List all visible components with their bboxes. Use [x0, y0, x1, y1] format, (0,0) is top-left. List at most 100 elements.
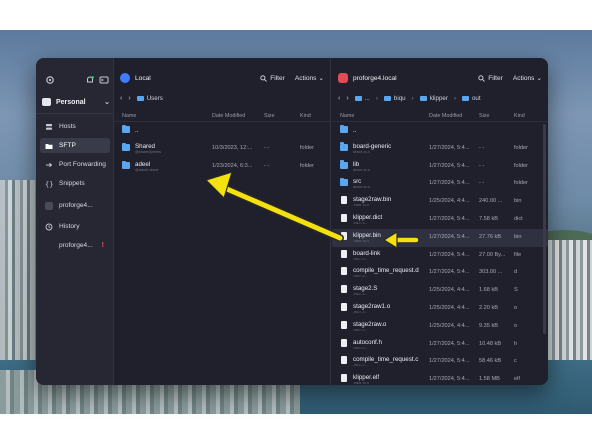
table-row[interactable]: compile_time_request.d -rw-r--r-- 1/27/202… — [332, 264, 548, 282]
table-row[interactable]: stage2raw1.o -rw-r--r-- 1/25/2024, 4:4... 2… — [332, 300, 548, 318]
column-kind[interactable]: Kind — [300, 113, 311, 119]
table-row[interactable]: lib drwxr-xr-x 1/27/2024, 5:4... - - folder — [332, 158, 548, 176]
remote-pane-header: proforge4.local Filter Actions ⌄ — [338, 70, 542, 86]
file-date: 1/27/2024, 5:4... — [429, 340, 470, 347]
breadcrumb-item-out[interactable]: out — [461, 95, 481, 102]
column-name[interactable]: Name — [340, 113, 354, 119]
remote-scrollbar[interactable] — [543, 124, 546, 334]
remote-host-icon — [338, 73, 348, 83]
file-name: Shared — [135, 143, 155, 150]
file-permissions: -rw-r--r-- — [353, 256, 368, 261]
terminal-icon[interactable] — [99, 75, 109, 85]
file-name: compile_time_request.c — [353, 356, 419, 364]
svg-text:{}: {} — [45, 180, 53, 188]
sidebar-item-host-proforge[interactable]: proforge4... — [40, 198, 110, 213]
breadcrumb-label: biqu — [393, 94, 406, 102]
sidebar-item-history-proforge[interactable]: proforge4... ! — [40, 238, 110, 253]
table-row[interactable]: stage2raw.bin -rwxr-xr-x 1/25/2024, 4:4...… — [332, 193, 548, 211]
sidebar-item-hosts[interactable]: Hosts — [40, 119, 110, 134]
table-row[interactable]: adeel @adeel-drwxr 1/23/2024, 6:3... - -… — [114, 158, 330, 176]
notification-bell-icon[interactable] — [85, 75, 95, 85]
column-name[interactable]: Name — [122, 113, 136, 119]
file-name: board-generic — [353, 142, 392, 150]
file-name: stage2raw.bin — [353, 196, 392, 204]
file-size: - - — [264, 163, 270, 169]
table-row[interactable]: stage2.S -rw-r--r-- 1/25/2024, 4:4... 1.68 … — [332, 282, 548, 300]
column-kind[interactable]: Kind — [514, 113, 525, 119]
file-date: 1/27/2024, 5:4... — [429, 251, 470, 258]
local-actions-button[interactable]: Actions ⌄ — [295, 74, 324, 83]
file-name: klipper.elf — [353, 374, 380, 382]
sidebar-item-port-forwarding[interactable]: Port Forwarding — [40, 157, 110, 172]
column-date-modified[interactable]: Date Modified — [429, 113, 462, 119]
table-row[interactable]: klipper.elf -rwxr-xr-x 1/27/2024, 5:4... 1.… — [332, 371, 548, 385]
gear-icon[interactable] — [45, 75, 55, 85]
file-size: - - — [479, 144, 485, 151]
local-pane-title: Local — [135, 74, 151, 82]
file-permissions: @adeel-drwxr — [135, 168, 159, 172]
breadcrumb-item-root[interactable]: ... — [354, 95, 370, 102]
sidebar-item-label: proforge4... — [59, 242, 93, 249]
table-row[interactable]: Shared @sharedperms 10/3/2023, 12:... - … — [114, 140, 330, 158]
file-size: 303.00 ... — [479, 269, 503, 276]
warning-icon: ! — [101, 242, 104, 249]
folder-icon — [136, 95, 144, 101]
folder-icon — [354, 95, 362, 101]
file-permissions: -rw-r--r-- — [353, 310, 368, 314]
forward-arrow-icon[interactable]: › — [346, 95, 348, 102]
folder-icon — [340, 160, 348, 169]
table-row[interactable]: .. — [332, 122, 548, 140]
table-row[interactable]: compile_time_request.c -rw-r--r-- 1/27/202… — [332, 353, 548, 371]
file-permissions: drwxr-xr-x — [353, 167, 370, 172]
file-date: 1/25/2024, 4:4... — [429, 198, 470, 205]
file-kind: S — [514, 287, 518, 294]
breadcrumb-item-users[interactable]: Users — [136, 95, 163, 102]
file-name: stage2raw1.o — [353, 303, 391, 310]
remote-actions-button[interactable]: Actions ⌄ — [513, 74, 542, 83]
vault-selector[interactable]: Personal ⌄ — [42, 95, 110, 109]
file-kind: folder — [300, 163, 314, 169]
table-row[interactable]: board-generic drwxr-xr-x 1/27/2024, 5:4...… — [332, 140, 548, 158]
breadcrumb-item-klipper[interactable]: klipper — [419, 95, 448, 102]
sidebar-item-sftp[interactable]: SFTP — [40, 138, 110, 153]
sidebar-item-label: Port Forwarding — [59, 161, 106, 168]
column-date-modified[interactable]: Date Modified — [212, 113, 245, 119]
file-kind: elf — [514, 376, 520, 383]
table-row[interactable]: stage2raw.o -rw-r--r-- 1/25/2024, 4:4... 9.… — [332, 318, 548, 336]
breadcrumb-item-biqu[interactable]: biqu — [383, 94, 406, 102]
local-filter-button[interactable]: Filter — [260, 75, 285, 82]
remote-column-headers: Name Date Modified Size Kind — [332, 110, 548, 122]
file-icon — [341, 320, 347, 329]
file-icon — [341, 285, 347, 294]
file-name: klipper.bin — [353, 231, 381, 239]
folder-icon — [122, 142, 130, 151]
back-arrow-icon[interactable]: ‹ — [120, 95, 122, 102]
sidebar-item-history[interactable]: History — [40, 219, 110, 234]
column-size[interactable]: Size — [479, 113, 490, 119]
local-breadcrumb: ‹ › Users — [120, 92, 324, 104]
table-row[interactable]: autoconf.h -rw-r--r-- 1/27/2024, 5:4... 10.… — [332, 336, 548, 354]
file-icon — [341, 267, 347, 276]
breadcrumb-separator: › — [375, 94, 378, 102]
folder-icon — [419, 95, 427, 101]
file-size: - - — [479, 162, 485, 169]
back-arrow-icon[interactable]: ‹ — [338, 95, 340, 102]
file-name: klipper.dict — [353, 214, 383, 221]
table-row[interactable]: src drwxr-xr-x 1/27/2024, 5:4... - - folder — [332, 175, 548, 193]
table-row[interactable]: klipper.dict -rw-r--r-- 1/27/2024, 5:4... 7… — [332, 211, 548, 229]
remote-filter-button[interactable]: Filter — [478, 75, 503, 82]
file-size: 58.46 kB — [479, 358, 502, 365]
file-size: 9.35 kB — [479, 322, 498, 329]
table-row[interactable]: .. — [114, 122, 330, 140]
file-date: 1/27/2024, 5:4... — [429, 144, 470, 151]
forward-arrow-icon[interactable]: › — [128, 95, 130, 102]
file-kind: o — [514, 322, 518, 329]
vault-icon — [42, 98, 51, 106]
table-row[interactable]: board-link -rw-r--r-- 1/27/2024, 5:4... 27.… — [332, 247, 548, 265]
sidebar-item-snippets[interactable]: {} Snippets — [40, 176, 110, 191]
column-size[interactable]: Size — [264, 113, 275, 119]
file-kind: folder — [514, 144, 528, 151]
hosts-icon — [46, 123, 52, 130]
file-permissions: drwxr-xr-x — [353, 149, 370, 154]
table-row[interactable]: klipper.bin -rwxr-xr-x 1/27/2024, 5:4... 27… — [332, 228, 548, 247]
